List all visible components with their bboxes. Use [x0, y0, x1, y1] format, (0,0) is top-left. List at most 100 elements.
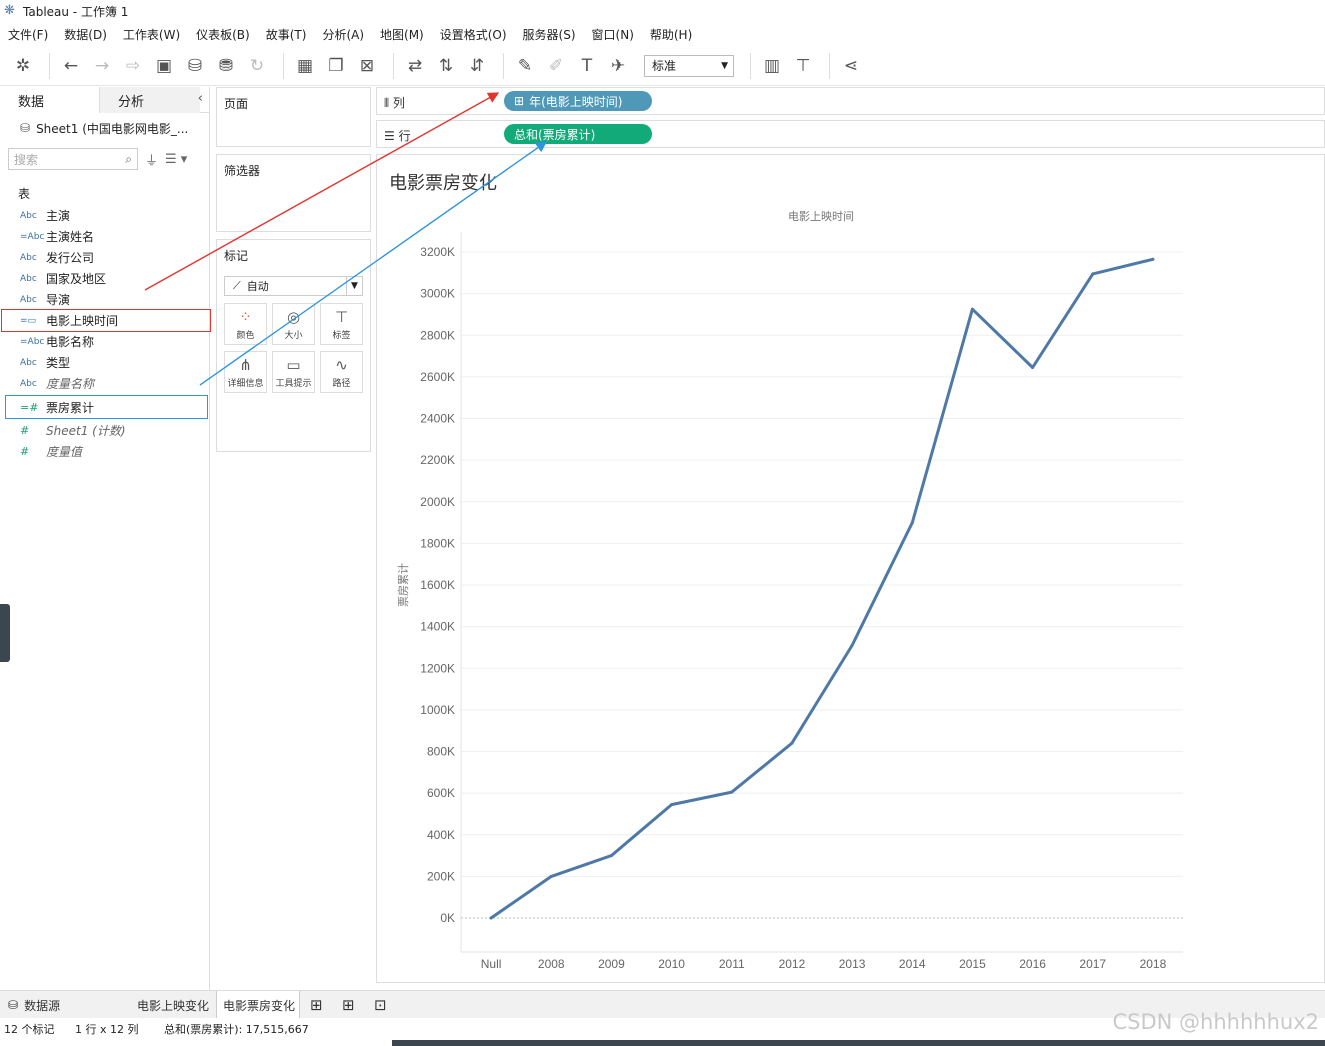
rows-shelf[interactable]: ☰ 行 总和(票房累计) — [376, 120, 1325, 148]
pin-icon[interactable]: ✈ — [605, 53, 631, 79]
y-tick-label: 3200K — [420, 245, 455, 259]
field-list: Abc 主演 =Abc 主演姓名 Abc 发行公司 Abc 国家及地区 Abc 导演 =▭ 电影上映时… — [0, 205, 211, 462]
sort-ascending-icon[interactable]: ⇅ — [433, 53, 459, 79]
new-story-icon[interactable]: ⊡ — [374, 991, 387, 1019]
field-item[interactable]: Abc 类型 — [0, 352, 209, 373]
columns-shelf-label: ⫴ 列 — [384, 94, 405, 111]
field-item[interactable]: =# 票房累计 — [5, 395, 208, 419]
tableau-home-icon[interactable]: ✲ — [10, 53, 36, 79]
field-item[interactable]: Abc 主演 — [0, 205, 209, 226]
field-item[interactable]: # Sheet1 (计数) — [0, 420, 209, 441]
refresh-icon[interactable]: ↻ — [244, 53, 270, 79]
menu-worksheet[interactable]: 工作表(W) — [123, 26, 180, 43]
menu-story[interactable]: 故事(T) — [266, 26, 307, 43]
new-worksheet-icon[interactable]: ▦ — [292, 53, 318, 79]
rows-pill[interactable]: 总和(票房累计) — [504, 124, 652, 144]
field-item[interactable]: =▭ 电影上映时间 — [1, 309, 211, 332]
field-item[interactable]: =Abc 电影名称 — [0, 331, 209, 352]
collapse-pane-icon[interactable]: ‹ — [198, 91, 203, 106]
side-grip-handle[interactable] — [0, 604, 10, 662]
field-item[interactable]: Abc 发行公司 — [0, 247, 209, 268]
field-name: 国家及地区 — [46, 272, 107, 286]
clear-sheet-icon[interactable]: ⊠ — [354, 53, 380, 79]
highlight-icon[interactable]: ✎ — [512, 53, 538, 79]
data-point — [1031, 366, 1035, 370]
menu-help[interactable]: 帮助(H) — [650, 26, 692, 43]
chart-view[interactable]: 电影票房变化 0K 200K 400K 600K 800K 1000K 1200K 1400K… — [376, 154, 1325, 983]
field-name: 电影上映时间 — [46, 314, 119, 328]
group-icon[interactable]: ✐ — [543, 53, 569, 79]
database-icon: ⛁ — [20, 121, 31, 135]
path-button[interactable]: ∿ 路径 — [320, 351, 363, 393]
redo-icon[interactable]: → — [89, 53, 115, 79]
filter-icon[interactable]: ⏚ — [145, 150, 158, 169]
data-point — [730, 790, 734, 794]
sort-descending-icon[interactable]: ⇵ — [464, 53, 490, 79]
presentation-mode-icon[interactable]: ⊤ — [790, 53, 816, 79]
tab-analysis[interactable]: 分析 — [100, 87, 200, 113]
x-tick-label: 2016 — [1019, 957, 1046, 971]
field-item[interactable]: Abc 度量名称 — [0, 373, 209, 394]
size-button[interactable]: ◎ 大小 — [272, 303, 315, 345]
label-icon: ⊤ — [334, 307, 349, 326]
field-item[interactable]: Abc 导演 — [0, 289, 209, 310]
menu-analysis[interactable]: 分析(A) — [322, 26, 364, 43]
undo-icon[interactable]: ← — [58, 53, 84, 79]
tab-sheet-boxoffice[interactable]: 电影票房变化 — [216, 991, 300, 1019]
pages-card[interactable]: 页面 — [216, 87, 371, 147]
tooltip-label: 工具提示 — [275, 378, 312, 389]
datasource-item[interactable]: ⛁ Sheet1 (中国电影网电影_... — [0, 113, 209, 143]
menu-server[interactable]: 服务器(S) — [523, 26, 576, 43]
search-input[interactable]: 搜索 ⌕ — [8, 148, 138, 170]
menu-data[interactable]: 数据(D) — [64, 26, 107, 43]
detail-button[interactable]: ⋔ 详细信息 — [224, 351, 267, 393]
field-item[interactable]: =Abc 主演姓名 — [0, 226, 209, 247]
field-name: 度量名称 — [46, 377, 95, 391]
rows-icon: ☰ — [384, 129, 395, 143]
save-icon[interactable]: ▣ — [151, 53, 177, 79]
menu-window[interactable]: 窗口(N) — [592, 26, 634, 43]
data-point — [609, 854, 613, 858]
tab-datasource[interactable]: ⛁ 数据源 — [8, 991, 130, 1019]
filters-card[interactable]: 筛选器 — [216, 154, 371, 232]
show-labels-icon[interactable]: T — [574, 53, 600, 79]
duplicate-sheet-icon[interactable]: ❐ — [323, 53, 349, 79]
show-me-icon[interactable]: ▥ — [759, 53, 785, 79]
field-item[interactable]: Abc 国家及地区 — [0, 268, 209, 289]
columns-label-text: 列 — [392, 96, 405, 110]
path-label: 路径 — [332, 378, 351, 389]
mark-type-select[interactable]: ⟋ 自动 ▼ — [224, 276, 363, 296]
tab-data[interactable]: 数据 — [0, 87, 100, 113]
color-button[interactable]: ⁘ 颜色 — [224, 303, 267, 345]
field-name: 电影名称 — [46, 335, 95, 349]
view-options-icon[interactable]: ☰ ▾ — [165, 152, 187, 167]
field-item[interactable]: # 度量值 — [0, 441, 209, 462]
tab-sheet-release[interactable]: 电影上映变化 — [131, 991, 215, 1019]
new-datasource-icon[interactable]: ⛁ — [182, 53, 208, 79]
data-point — [1151, 257, 1155, 261]
table-header: 表 — [18, 186, 31, 201]
menu-dashboard[interactable]: 仪表板(B) — [196, 26, 250, 43]
tooltip-button[interactable]: ▭ 工具提示 — [272, 351, 315, 393]
data-point — [850, 643, 854, 647]
x-tick-label: 2008 — [538, 957, 565, 971]
columns-shelf[interactable]: ⫴ 列 ⊞ 年(电影上映时间) — [376, 87, 1325, 115]
columns-pill[interactable]: ⊞ 年(电影上映时间) — [504, 91, 652, 111]
label-button[interactable]: ⊤ 标签 — [320, 303, 363, 345]
menu-file[interactable]: 文件(F) — [8, 26, 48, 43]
field-type-icon: # — [20, 424, 30, 437]
new-dashboard-icon[interactable]: ⊞ — [342, 991, 355, 1019]
share-icon[interactable]: ⋖ — [838, 53, 864, 79]
new-worksheet-icon[interactable]: ⊞ — [310, 991, 323, 1019]
data-point — [670, 803, 674, 807]
fit-select[interactable]: 标准 ▼ — [644, 54, 734, 77]
swap-rows-columns-icon[interactable]: ⇄ — [402, 53, 428, 79]
menu-format[interactable]: 设置格式(O) — [440, 26, 507, 43]
pause-updates-icon[interactable]: ⛃ — [213, 53, 239, 79]
y-tick-label: 1400K — [420, 620, 455, 634]
line-chart[interactable]: 0K 200K 400K 600K 800K 1000K 1200K 1400K 1600K 18… — [377, 155, 1324, 982]
replay-icon[interactable]: ⇨ — [120, 53, 146, 79]
database-icon: ⛁ — [8, 998, 19, 1012]
menu-map[interactable]: 地图(M) — [380, 26, 424, 43]
columns-pill-text: 年(电影上映时间) — [529, 94, 623, 109]
